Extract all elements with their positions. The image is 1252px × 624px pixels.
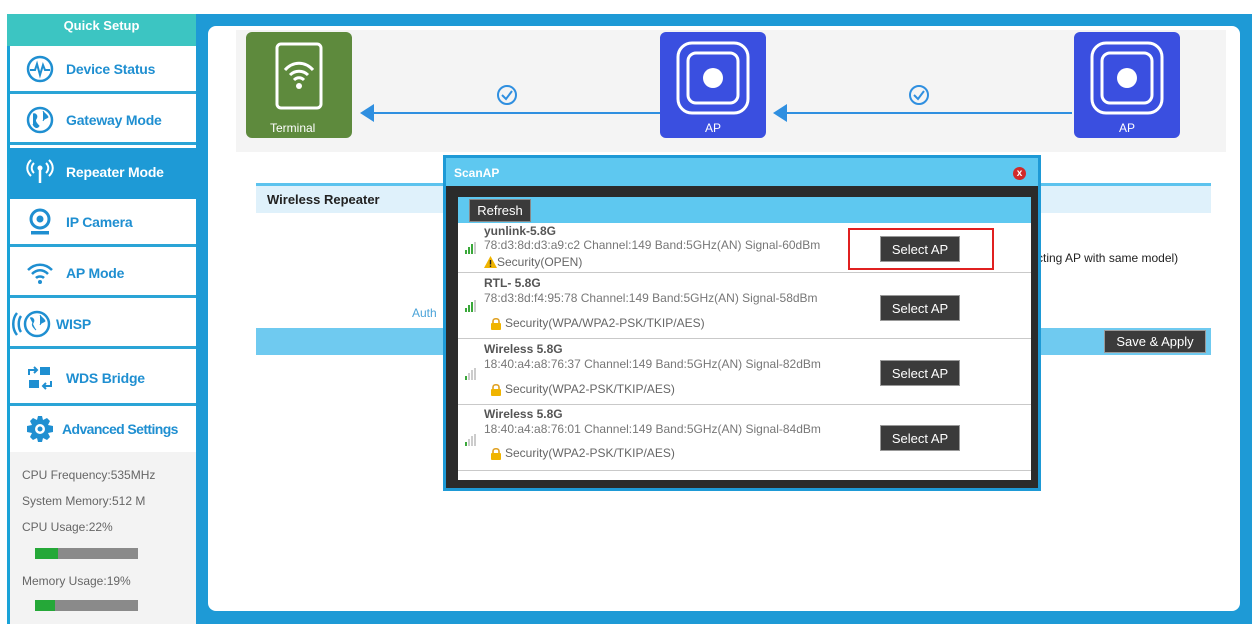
signal-strength-icon	[465, 368, 476, 380]
signal-strength-icon	[465, 242, 476, 254]
antenna-icon	[20, 152, 60, 192]
sidebar-item-label: Gateway Mode	[66, 111, 162, 128]
ap-security-label: Security(WPA2-PSK/TKIP/AES)	[505, 382, 675, 396]
lock-icon	[491, 383, 501, 396]
check-icon	[497, 85, 517, 105]
quick-setup-header[interactable]: Quick Setup	[7, 14, 196, 46]
sidebar-item-label: AP Mode	[66, 264, 125, 281]
auth-label: Auth	[412, 306, 437, 320]
cpu-usage: CPU Usage:22%	[22, 520, 113, 534]
camera-icon	[20, 202, 60, 242]
system-info-panel: CPU Frequency:535MHz System Memory:512 M…	[10, 452, 196, 624]
side-note: cting AP with same model)	[1037, 251, 1179, 265]
select-ap-button[interactable]: Select AP	[880, 425, 960, 451]
wifi-icon	[20, 253, 60, 293]
sidebar-item-label: WDS Bridge	[66, 369, 145, 386]
ap-security-label: Security(OPEN)	[497, 255, 583, 269]
ap-details: 78:d3:8d:d3:a9:c2 Channel:149 Band:5GHz(…	[484, 238, 821, 252]
ap-security-label: Security(WPA2-PSK/TKIP/AES)	[505, 446, 675, 460]
ap-device-2: AP	[1074, 32, 1180, 138]
topology-diagram: Terminal AP AP	[236, 30, 1226, 152]
selection-highlight	[848, 228, 994, 270]
modal-toolbar	[458, 197, 1031, 223]
ap-device-1: AP	[660, 32, 766, 138]
ap-list-item[interactable]: Wireless 5.8G 18:40:a4:a8:76:37 Channel:…	[458, 339, 1031, 405]
sidebar-item-repeater-mode[interactable]: Repeater Mode	[10, 148, 196, 199]
modal-title: ScanAP	[454, 166, 500, 180]
cpu-usage-fill	[35, 548, 58, 559]
sidebar-item-advanced-settings[interactable]: Advanced Settings	[10, 406, 196, 452]
ap-security-label: Security(WPA/WPA2-PSK/TKIP/AES)	[505, 316, 705, 330]
signal-strength-icon	[465, 434, 476, 446]
arrow-line-1	[364, 112, 672, 114]
tablet-wifi-icon	[275, 42, 323, 110]
ap-label-1: AP	[704, 121, 721, 135]
memory-usage-bar	[35, 600, 138, 611]
ap-name: Wireless 5.8G	[484, 342, 563, 356]
ap-list-item[interactable]: Wireless 5.8G 18:40:a4:a8:76:01 Channel:…	[458, 405, 1031, 471]
sidebar-item-label: WISP	[56, 315, 91, 332]
ap-name: RTL- 5.8G	[484, 276, 541, 290]
select-ap-button[interactable]: Select AP	[880, 295, 960, 321]
sidebar-item-label: Advanced Settings	[62, 421, 178, 437]
terminal-label: Terminal	[270, 121, 316, 135]
check-icon	[909, 85, 929, 105]
signal-strength-icon	[465, 300, 476, 312]
sidebar-item-label: IP Camera	[66, 213, 133, 230]
save-apply-button[interactable]: Save & Apply	[1104, 330, 1206, 353]
close-icon[interactable]: x	[1013, 167, 1026, 180]
gear-icon	[20, 409, 60, 449]
wisp-globe-icon	[10, 304, 56, 344]
lock-icon	[491, 447, 501, 460]
ap-label-2: AP	[1118, 121, 1135, 135]
ap-name: Wireless 5.8G	[484, 407, 563, 421]
memory-usage-fill	[35, 600, 55, 611]
ap-list-item[interactable]: RTL- 5.8G 78:d3:8d:f4:95:78 Channel:149 …	[458, 273, 1031, 339]
ap-security: Security(WPA2-PSK/TKIP/AES)	[490, 446, 675, 460]
sidebar-item-wisp[interactable]: WISP	[10, 301, 196, 349]
sidebar-item-label: Repeater Mode	[66, 164, 164, 180]
bridge-icon	[20, 358, 60, 398]
ap-details: 18:40:a4:a8:76:01 Channel:149 Band:5GHz(…	[484, 422, 821, 436]
router-icon	[676, 41, 750, 115]
ap-security: Security(OPEN)	[484, 255, 582, 269]
arrow-head-1	[360, 104, 374, 122]
memory-usage: Memory Usage:19%	[22, 574, 131, 588]
refresh-button[interactable]: Refresh	[469, 199, 531, 222]
cpu-frequency: CPU Frequency:535MHz	[22, 468, 156, 482]
sidebar-item-wds-bridge[interactable]: WDS Bridge	[10, 352, 196, 406]
sidebar-item-device-status[interactable]: Device Status	[10, 46, 196, 94]
router-icon	[1090, 41, 1164, 115]
cpu-usage-bar	[35, 548, 138, 559]
ap-details: 18:40:a4:a8:76:37 Channel:149 Band:5GHz(…	[484, 357, 821, 371]
pulse-icon	[20, 49, 60, 89]
lock-icon	[491, 317, 501, 330]
section-title: Wireless Repeater	[267, 192, 380, 207]
ap-name: yunlink-5.8G	[484, 224, 557, 238]
ap-security: Security(WPA/WPA2-PSK/TKIP/AES)	[490, 316, 705, 330]
sidebar: Quick Setup Device Status Gateway Mode R…	[7, 14, 196, 624]
ap-security: Security(WPA2-PSK/TKIP/AES)	[490, 382, 675, 396]
system-memory: System Memory:512 M	[22, 494, 146, 508]
modal-title-bar[interactable]	[446, 158, 1038, 186]
select-ap-button[interactable]: Select AP	[880, 360, 960, 386]
warning-icon	[484, 256, 497, 268]
sidebar-item-label: Device Status	[66, 60, 156, 77]
sidebar-item-ap-mode[interactable]: AP Mode	[10, 250, 196, 298]
arrow-head-2	[773, 104, 787, 122]
sidebar-item-gateway-mode[interactable]: Gateway Mode	[10, 97, 196, 145]
globe-icon	[20, 100, 60, 140]
ap-details: 78:d3:8d:f4:95:78 Channel:149 Band:5GHz(…	[484, 291, 818, 305]
terminal-device: Terminal	[246, 32, 352, 138]
sidebar-item-ip-camera[interactable]: IP Camera	[10, 199, 196, 247]
arrow-line-2	[777, 112, 1072, 114]
